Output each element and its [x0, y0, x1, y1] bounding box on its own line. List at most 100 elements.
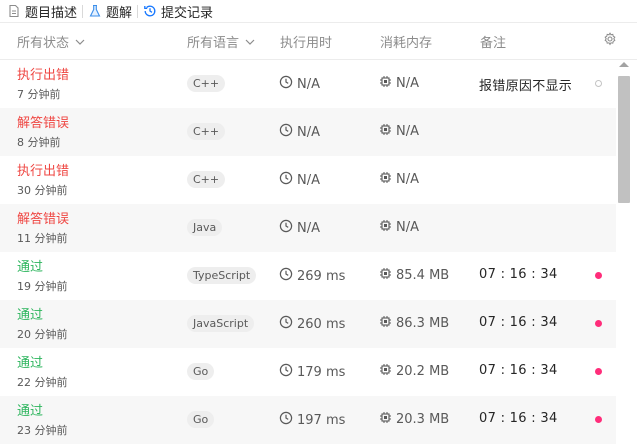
chip-icon — [379, 75, 392, 92]
memory-value: N/A — [396, 220, 419, 235]
tab-submissions[interactable]: 提交记录 — [138, 2, 218, 21]
table-row[interactable]: 通过 20 分钟前 JavaScript 260 ms 86.3 MB 07 : 16 :… — [0, 300, 616, 348]
scrollbar-thumb[interactable] — [618, 76, 630, 203]
submitted-time: 30 分钟前 — [17, 184, 68, 197]
status-link[interactable]: 通过 — [17, 356, 43, 372]
status-link[interactable]: 解答错误 — [17, 212, 69, 228]
note-text[interactable]: 07 : 16 : 34 — [479, 363, 558, 378]
scroll-up-arrow-icon[interactable] — [619, 62, 629, 67]
memory: 85.4 MB — [379, 267, 449, 284]
runtime-value: 197 ms — [297, 412, 346, 428]
chip-icon — [379, 219, 392, 236]
chevron-down-icon — [75, 34, 85, 49]
note-marker-dot[interactable] — [595, 320, 602, 327]
runtime-value: N/A — [297, 124, 320, 140]
status-link[interactable]: 通过 — [17, 308, 43, 324]
submitted-time: 20 分钟前 — [17, 328, 68, 341]
runtime: N/A — [279, 75, 320, 93]
flask-icon — [88, 4, 102, 18]
submitted-time: 19 分钟前 — [17, 280, 68, 293]
table-row[interactable]: 解答错误 11 分钟前 Java N/A N/A — [0, 204, 616, 252]
note-marker-dot[interactable] — [595, 416, 602, 423]
tab-solutions-label: 题解 — [106, 5, 133, 21]
note-header: 备注 — [480, 35, 507, 51]
table-row[interactable]: 通过 22 分钟前 Go 179 ms 20.2 MB 07 : 16 : 34 — [0, 348, 616, 396]
memory: N/A — [379, 219, 419, 236]
language-badge: C++ — [187, 171, 226, 188]
clock-icon — [279, 267, 293, 285]
clock-icon — [279, 123, 293, 141]
memory: N/A — [379, 75, 419, 92]
chip-icon — [379, 411, 392, 428]
language-badge: Go — [187, 363, 215, 380]
memory-value: N/A — [396, 172, 419, 187]
status-link[interactable]: 通过 — [17, 260, 43, 276]
runtime-value: 269 ms — [297, 268, 346, 284]
table-row[interactable]: 执行出错 7 分钟前 C++ N/A N/A 报错原因不显示 — [0, 60, 616, 108]
clock-icon — [279, 411, 293, 429]
runtime: 179 ms — [279, 363, 345, 381]
status-filter[interactable]: 所有状态 — [17, 32, 85, 51]
status-link[interactable]: 执行出错 — [17, 68, 69, 84]
table-row[interactable]: 解答错误 8 分钟前 C++ N/A N/A — [0, 108, 616, 156]
note-text[interactable]: 07 : 16 : 34 — [479, 411, 558, 426]
memory-value: N/A — [396, 124, 419, 139]
table-row[interactable]: 执行出错 30 分钟前 C++ N/A N/A — [0, 156, 616, 204]
submission-list: 执行出错 7 分钟前 C++ N/A N/A 报错原因不显示解答错误 8 分钟前 C++ N/A… — [0, 60, 616, 444]
note-text[interactable]: 报错原因不显示 — [479, 75, 572, 94]
language-badge: JavaScript — [187, 315, 255, 332]
chip-icon — [379, 363, 392, 380]
history-icon — [143, 4, 157, 18]
table-row[interactable]: 通过 19 分钟前 TypeScript 269 ms 85.4 MB 07 : 16 :… — [0, 252, 616, 300]
clock-icon — [279, 315, 293, 333]
tab-submissions-label: 提交记录 — [161, 5, 214, 21]
runtime: 269 ms — [279, 267, 345, 285]
chip-icon — [379, 315, 392, 332]
memory-value: 86.3 MB — [396, 316, 450, 331]
tab-solutions[interactable]: 题解 — [83, 2, 137, 21]
gear-icon[interactable] — [603, 32, 617, 50]
clock-icon — [279, 219, 293, 237]
language-filter[interactable]: 所有语言 — [187, 32, 255, 51]
tab-description[interactable]: 题目描述 — [2, 2, 82, 21]
language-badge: TypeScript — [187, 267, 257, 284]
status-link[interactable]: 解答错误 — [17, 116, 69, 132]
language-badge: Java — [187, 219, 223, 236]
table-row[interactable]: 通过 23 分钟前 Go 197 ms 20.3 MB 07 : 16 : 34 — [0, 396, 616, 444]
memory-header: 消耗内存 — [380, 35, 433, 51]
clock-icon — [279, 171, 293, 189]
runtime-value: N/A — [297, 220, 320, 236]
status-filter-label: 所有状态 — [17, 35, 70, 51]
chip-icon — [379, 123, 392, 140]
note-text[interactable]: 07 : 16 : 34 — [479, 315, 558, 330]
submitted-time: 11 分钟前 — [17, 232, 68, 245]
note-marker-dot[interactable] — [595, 368, 602, 375]
table-header: 所有状态 所有语言 执行用时 消耗内存 备注 — [0, 23, 637, 60]
submitted-time: 8 分钟前 — [17, 136, 61, 149]
runtime-value: N/A — [297, 76, 320, 92]
memory: N/A — [379, 123, 419, 140]
submitted-time: 22 分钟前 — [17, 376, 68, 389]
runtime: N/A — [279, 219, 320, 237]
chevron-down-icon — [245, 34, 255, 49]
submitted-time: 7 分钟前 — [17, 88, 61, 101]
language-badge: C++ — [187, 75, 226, 92]
note-marker-dot[interactable] — [595, 80, 602, 87]
runtime: 260 ms — [279, 315, 345, 333]
clock-icon — [279, 363, 293, 381]
status-link[interactable]: 执行出错 — [17, 164, 69, 180]
tab-description-label: 题目描述 — [25, 5, 78, 21]
language-badge: Go — [187, 411, 215, 428]
note-text[interactable]: 07 : 16 : 34 — [479, 267, 558, 282]
status-link[interactable]: 通过 — [17, 404, 43, 420]
runtime: N/A — [279, 171, 320, 189]
runtime-value: 179 ms — [297, 364, 346, 380]
memory: N/A — [379, 171, 419, 188]
runtime: 197 ms — [279, 411, 345, 429]
submitted-time: 23 分钟前 — [17, 424, 68, 437]
memory: 20.2 MB — [379, 363, 449, 380]
chip-icon — [379, 171, 392, 188]
runtime-value: N/A — [297, 172, 320, 188]
note-marker-dot[interactable] — [595, 272, 602, 279]
memory-value: N/A — [396, 76, 419, 91]
